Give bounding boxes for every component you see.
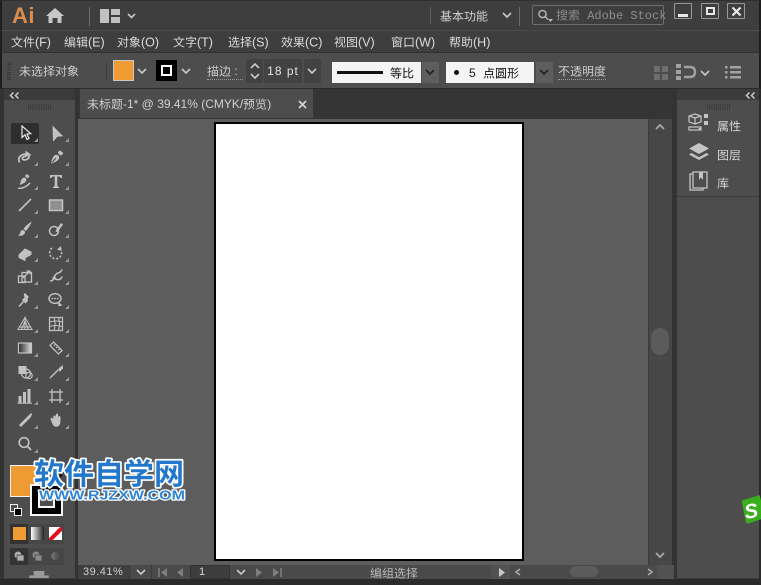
- svg-text:WWW.RJZXW.COM: WWW.RJZXW.COM: [39, 488, 185, 503]
